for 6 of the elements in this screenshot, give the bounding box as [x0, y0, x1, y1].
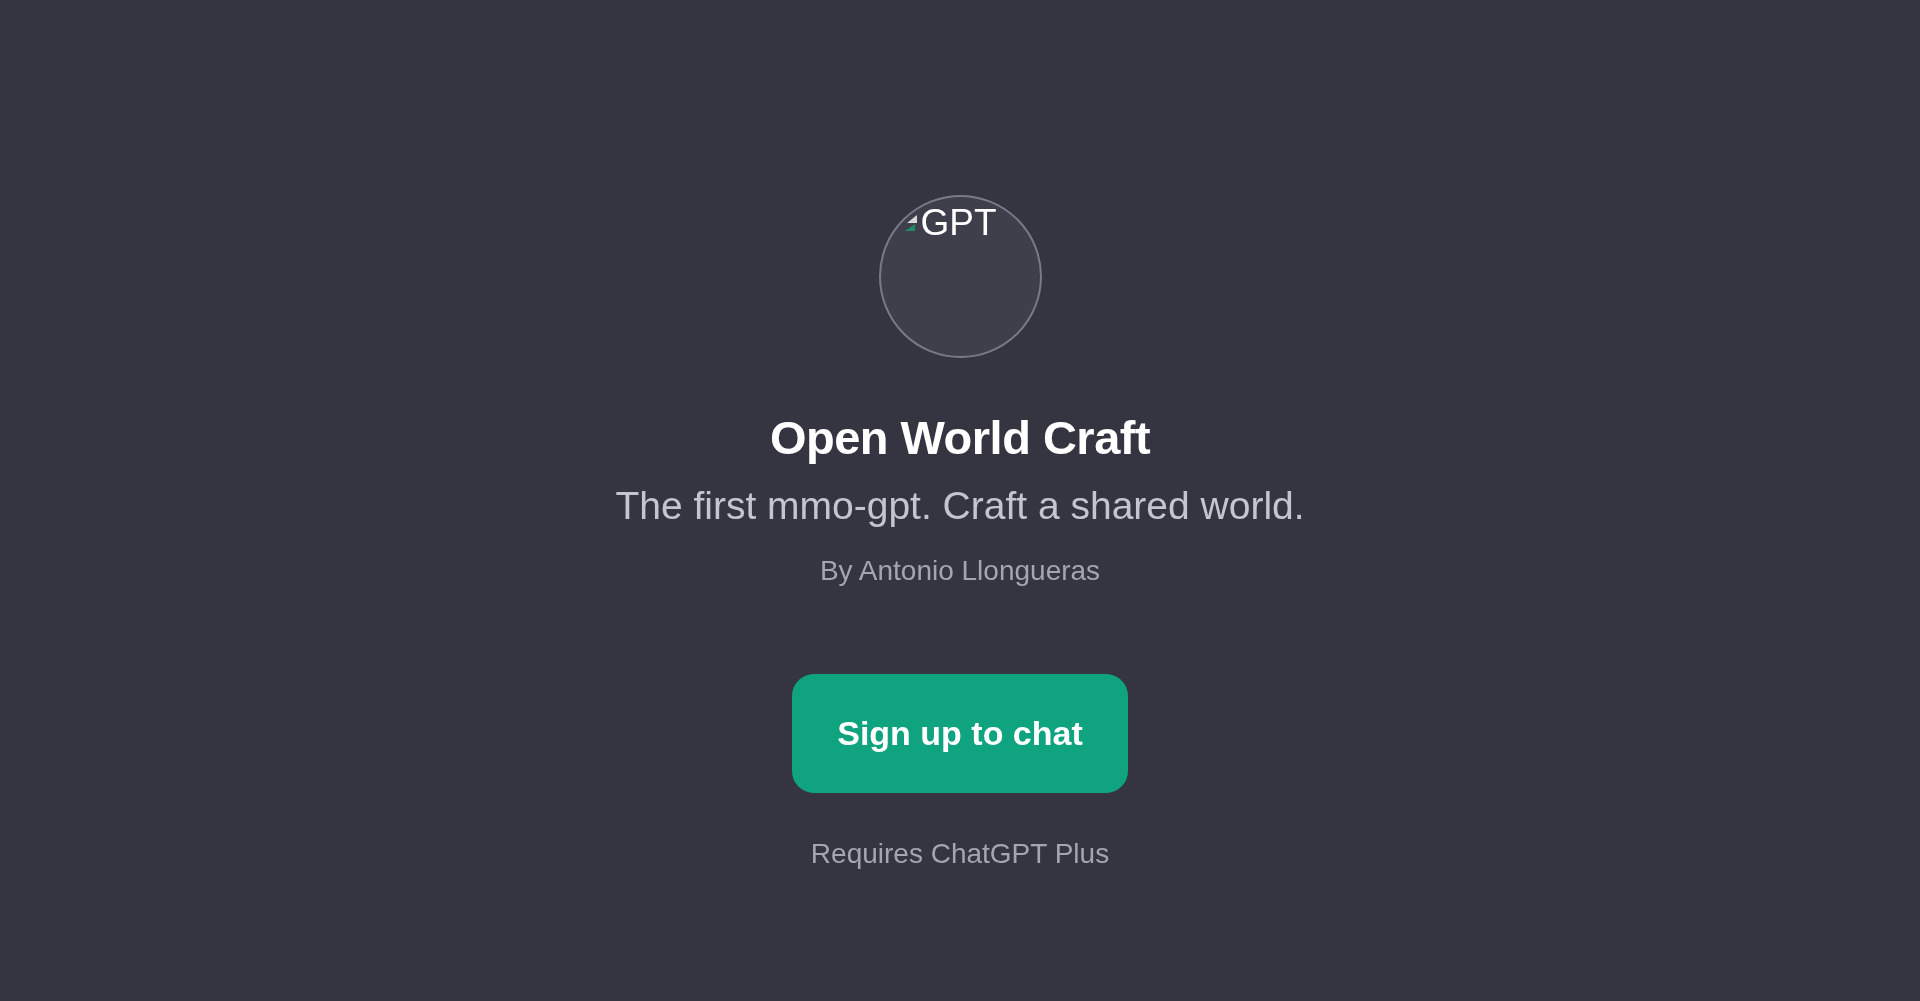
author-text: By Antonio Llongueras	[819, 554, 1101, 588]
sign-up-button[interactable]: Sign up to chat	[792, 674, 1128, 793]
requirement-note: Requires ChatGPT Plus	[810, 837, 1110, 871]
gpt-description: The first mmo-gpt. Craft a shared world.	[615, 483, 1305, 529]
image-alt-text: GPT	[920, 203, 997, 243]
gpt-title: Open World Craft	[769, 410, 1151, 466]
